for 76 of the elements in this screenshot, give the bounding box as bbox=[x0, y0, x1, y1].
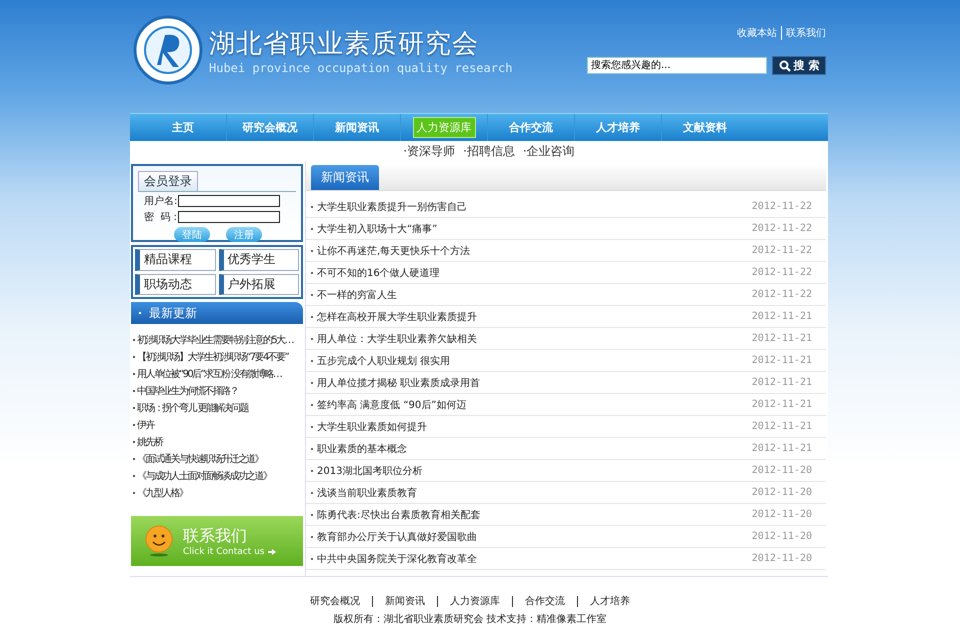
news-date: 2012-11-21 bbox=[752, 377, 812, 388]
copyright-text: 版权所有：湖北省职业素质研究会 技术支持：精准像素工作室 bbox=[333, 612, 607, 626]
news-date: 2012-11-22 bbox=[752, 201, 812, 212]
news-link[interactable]: 中共中央国务院关于深化教育改革全 bbox=[311, 552, 477, 566]
news-link[interactable]: 让你不再迷茫,每天更快乐十个方法 bbox=[311, 244, 470, 258]
news-link[interactable]: 职业素质的基本概念 bbox=[311, 442, 407, 456]
news-link[interactable]: 教育部办公厅关于认真做好爱国歌曲 bbox=[311, 530, 477, 544]
news-link[interactable]: 大学生职业素质如何提升 bbox=[311, 420, 427, 434]
search-icon bbox=[778, 60, 791, 72]
news-link[interactable]: 陈勇代表:尽快出台素质教育相关配套 bbox=[311, 508, 480, 522]
news-date: 2012-11-20 bbox=[752, 531, 812, 542]
subnav-link[interactable]: ·招聘信息 bbox=[463, 142, 515, 160]
quick-link[interactable]: 精品课程 bbox=[135, 249, 216, 270]
news-link[interactable]: 五步完成个人职业规划 很实用 bbox=[311, 354, 450, 368]
update-link[interactable]: 【初涉职场】大学生初涉职场“7要4不要” bbox=[137, 350, 288, 364]
search-field[interactable]: 搜索您感兴趣的... bbox=[587, 57, 767, 74]
subnav-link[interactable]: ·企业咨询 bbox=[522, 142, 575, 160]
update-link[interactable]: 中国毕业生为何慌不择路？ bbox=[137, 384, 238, 398]
footer-link[interactable]: 研究会概况 bbox=[298, 596, 372, 607]
search-button[interactable]: 搜 索 bbox=[772, 56, 826, 75]
top-link[interactable]: 收藏本站 bbox=[737, 26, 777, 40]
news-date: 2012-11-21 bbox=[752, 421, 812, 432]
news-date: 2012-11-21 bbox=[752, 399, 812, 410]
logo-icon bbox=[133, 15, 203, 85]
update-link[interactable]: 初涉职场大学毕业生需要特别注意的5大… bbox=[137, 332, 293, 346]
site-subtitle: Hubei province occupation quality research bbox=[209, 60, 512, 74]
news-date: 2012-11-21 bbox=[752, 443, 812, 454]
news-link[interactable]: 签约率高 满意度低 “90后”如何迈 bbox=[311, 398, 466, 412]
update-link[interactable]: 《九型人格》 bbox=[137, 486, 188, 500]
news-link[interactable]: 不一样的穷富人生 bbox=[311, 288, 397, 302]
update-link[interactable]: 用人单位被“90后”求互粉 没有微博略… bbox=[137, 366, 282, 380]
news-date: 2012-11-22 bbox=[752, 267, 812, 278]
news-date: 2012-11-22 bbox=[752, 223, 812, 234]
news-date: 2012-11-21 bbox=[752, 355, 812, 366]
footer-link[interactable]: 人力资源库 bbox=[437, 596, 512, 607]
subnav-link[interactable]: ·资深导师 bbox=[403, 142, 456, 160]
news-link[interactable]: 用人单位揽才揭秘 职业素质成录用首 bbox=[311, 376, 480, 390]
site-title: 湖北省职业素质研究会 bbox=[209, 28, 480, 60]
quick-link[interactable]: 优秀学生 bbox=[218, 249, 299, 270]
update-link[interactable]: 《与成功人士面对面畅谈成功之道》 bbox=[137, 468, 272, 482]
news-date: 2012-11-22 bbox=[752, 289, 812, 300]
news-link[interactable]: 大学生初入职场十大“痛事” bbox=[311, 222, 438, 236]
footer-link[interactable]: 合作交流 bbox=[512, 596, 577, 607]
contact-title: 联系我们 bbox=[183, 526, 248, 546]
news-date: 2012-11-22 bbox=[752, 245, 812, 256]
news-tab[interactable]: 新闻资讯 bbox=[311, 165, 379, 190]
footer-link[interactable]: 新闻资讯 bbox=[372, 596, 437, 607]
update-link[interactable]: 伊卉 bbox=[137, 418, 154, 432]
arrow-icon bbox=[268, 548, 276, 554]
update-link[interactable]: 姚先桥 bbox=[137, 434, 162, 448]
news-link[interactable]: 浅谈当前职业素质教育 bbox=[311, 486, 417, 500]
contact-subtitle: Click it Contact us bbox=[183, 546, 264, 556]
input-field[interactable] bbox=[178, 195, 280, 207]
news-link[interactable]: 用人单位：大学生职业素养欠缺相关 bbox=[311, 332, 477, 346]
quick-link[interactable]: 职场动态 bbox=[135, 274, 216, 295]
input-field[interactable] bbox=[178, 211, 280, 223]
update-link[interactable]: 职场：拐个弯儿 更能解决问题 bbox=[137, 400, 248, 414]
news-date: 2012-11-20 bbox=[752, 487, 812, 498]
news-date: 2012-11-20 bbox=[752, 509, 812, 520]
news-date: 2012-11-20 bbox=[752, 553, 812, 564]
update-link[interactable]: 《面试通关与快速职场升迁之道》 bbox=[137, 452, 264, 466]
smiley-icon bbox=[145, 525, 173, 557]
news-link[interactable]: 不可不知的16个做人硬道理 bbox=[311, 266, 440, 280]
news-link[interactable]: 怎样在高校开展大学生职业素质提升 bbox=[311, 310, 477, 324]
quick-link[interactable]: 户外拓展 bbox=[218, 274, 299, 295]
news-date: 2012-11-20 bbox=[752, 465, 812, 476]
field-label: 用户名: bbox=[144, 194, 178, 208]
login-tab[interactable]: 会员登录 bbox=[138, 171, 198, 191]
field-label: 密 码 : bbox=[144, 210, 178, 224]
news-link[interactable]: 2013湖北国考职位分析 bbox=[311, 464, 422, 478]
section-title: 最新更新 bbox=[149, 304, 197, 322]
news-date: 2012-11-21 bbox=[752, 311, 812, 322]
footer-link[interactable]: 人才培养 bbox=[577, 596, 642, 607]
top-link[interactable]: 联系我们 bbox=[781, 26, 826, 40]
news-link[interactable]: 大学生职业素质提升一别伤害自己 bbox=[311, 200, 467, 214]
news-date: 2012-11-21 bbox=[752, 333, 812, 344]
